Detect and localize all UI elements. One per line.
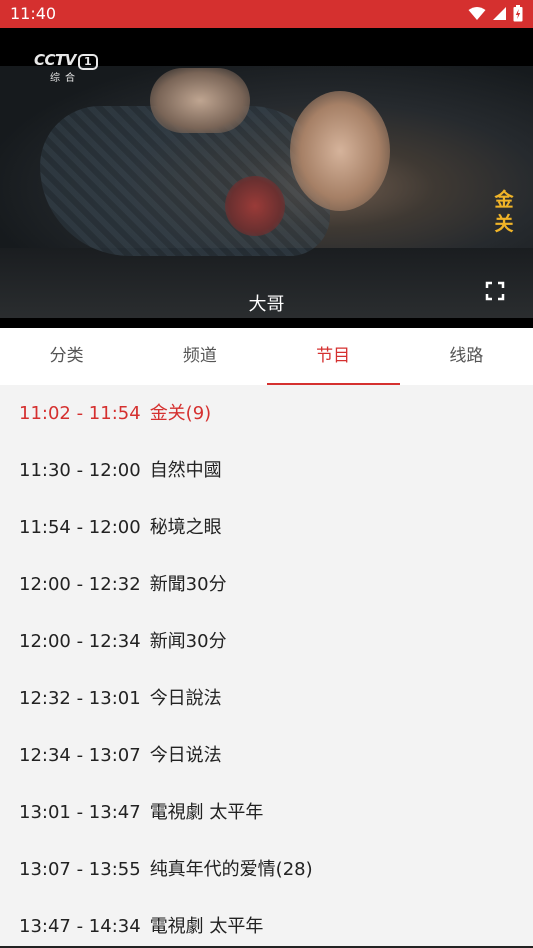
program-title: 秘境之眼 xyxy=(149,517,222,538)
program-item[interactable]: 11:54 - 12:00 秘境之眼 xyxy=(0,499,533,556)
program-title: 自然中國 xyxy=(149,460,222,481)
video-scene-face xyxy=(290,91,390,211)
cellular-signal-icon xyxy=(493,7,506,20)
program-title: 電視劇 太平年 xyxy=(149,802,264,823)
program-item[interactable]: 12:00 - 12:32 新聞30分 xyxy=(0,556,533,613)
program-time: 11:02 - 11:54 xyxy=(19,403,141,424)
program-time: 13:47 - 14:34 xyxy=(19,916,141,937)
battery-charging-icon xyxy=(513,5,523,22)
video-frame[interactable]: 金 关 xyxy=(0,66,533,318)
program-time: 12:00 - 12:34 xyxy=(19,631,141,652)
program-item[interactable]: 12:34 - 13:07 今日说法 xyxy=(0,727,533,784)
program-item[interactable]: 13:07 - 13:55 纯真年代的爱情(28) xyxy=(0,841,533,898)
program-time: 11:30 - 12:00 xyxy=(19,460,141,481)
video-scene-hand xyxy=(225,176,285,236)
program-item[interactable]: 11:02 - 11:54 金关(9) xyxy=(0,385,533,442)
program-title: 電視劇 太平年 xyxy=(149,916,264,937)
channel-logo: CCTV 1 综合 xyxy=(34,50,98,84)
program-item[interactable]: 12:00 - 12:34 新闻30分 xyxy=(0,613,533,670)
program-title: 金关(9) xyxy=(149,403,212,424)
program-title: 今日說法 xyxy=(149,688,222,709)
fullscreen-icon[interactable] xyxy=(485,281,505,301)
status-icons xyxy=(468,5,523,22)
tab-channel[interactable]: 频道 xyxy=(133,328,266,385)
status-time: 11:40 xyxy=(10,4,57,23)
program-time: 13:01 - 13:47 xyxy=(19,802,141,823)
program-title: 新聞30分 xyxy=(149,574,227,595)
program-title: 纯真年代的爱情(28) xyxy=(149,859,313,880)
channel-logo-number: 1 xyxy=(77,54,98,70)
program-list: 11:02 - 11:54 金关(9) 11:30 - 12:00 自然中國 11:… xyxy=(0,385,533,948)
channel-logo-subtitle: 综合 xyxy=(50,73,80,84)
program-time: 11:54 - 12:00 xyxy=(19,517,141,538)
status-bar: 11:40 xyxy=(0,0,533,28)
program-item[interactable]: 11:30 - 12:00 自然中國 xyxy=(0,442,533,499)
program-time: 12:00 - 12:32 xyxy=(19,574,141,595)
tab-bar: 分类 频道 节目 线路 xyxy=(0,328,533,385)
overlay-title-char: 金 xyxy=(494,189,514,211)
program-item[interactable]: 13:01 - 13:47 電視劇 太平年 xyxy=(0,784,533,841)
tab-route[interactable]: 线路 xyxy=(400,328,533,385)
program-time: 13:07 - 13:55 xyxy=(19,859,141,880)
video-scene-arm xyxy=(150,68,250,133)
program-title: 今日说法 xyxy=(149,745,222,766)
program-item[interactable]: 13:47 - 14:34 電視劇 太平年 xyxy=(0,898,533,948)
wifi-icon xyxy=(468,7,486,20)
program-time: 12:34 - 13:07 xyxy=(19,745,141,766)
tab-program[interactable]: 节目 xyxy=(266,328,401,385)
program-title: 新闻30分 xyxy=(149,631,227,652)
program-time: 12:32 - 13:01 xyxy=(19,688,141,709)
overlay-title-char: 关 xyxy=(494,213,514,235)
video-player[interactable]: 金 关 CCTV 1 综合 大哥 xyxy=(0,28,533,328)
channel-logo-word: CCTV xyxy=(34,51,76,69)
program-item[interactable]: 12:32 - 13:01 今日說法 xyxy=(0,670,533,727)
video-caption: 大哥 xyxy=(248,294,285,315)
program-overlay-title: 金 关 xyxy=(493,188,515,236)
tab-category[interactable]: 分类 xyxy=(0,328,133,385)
